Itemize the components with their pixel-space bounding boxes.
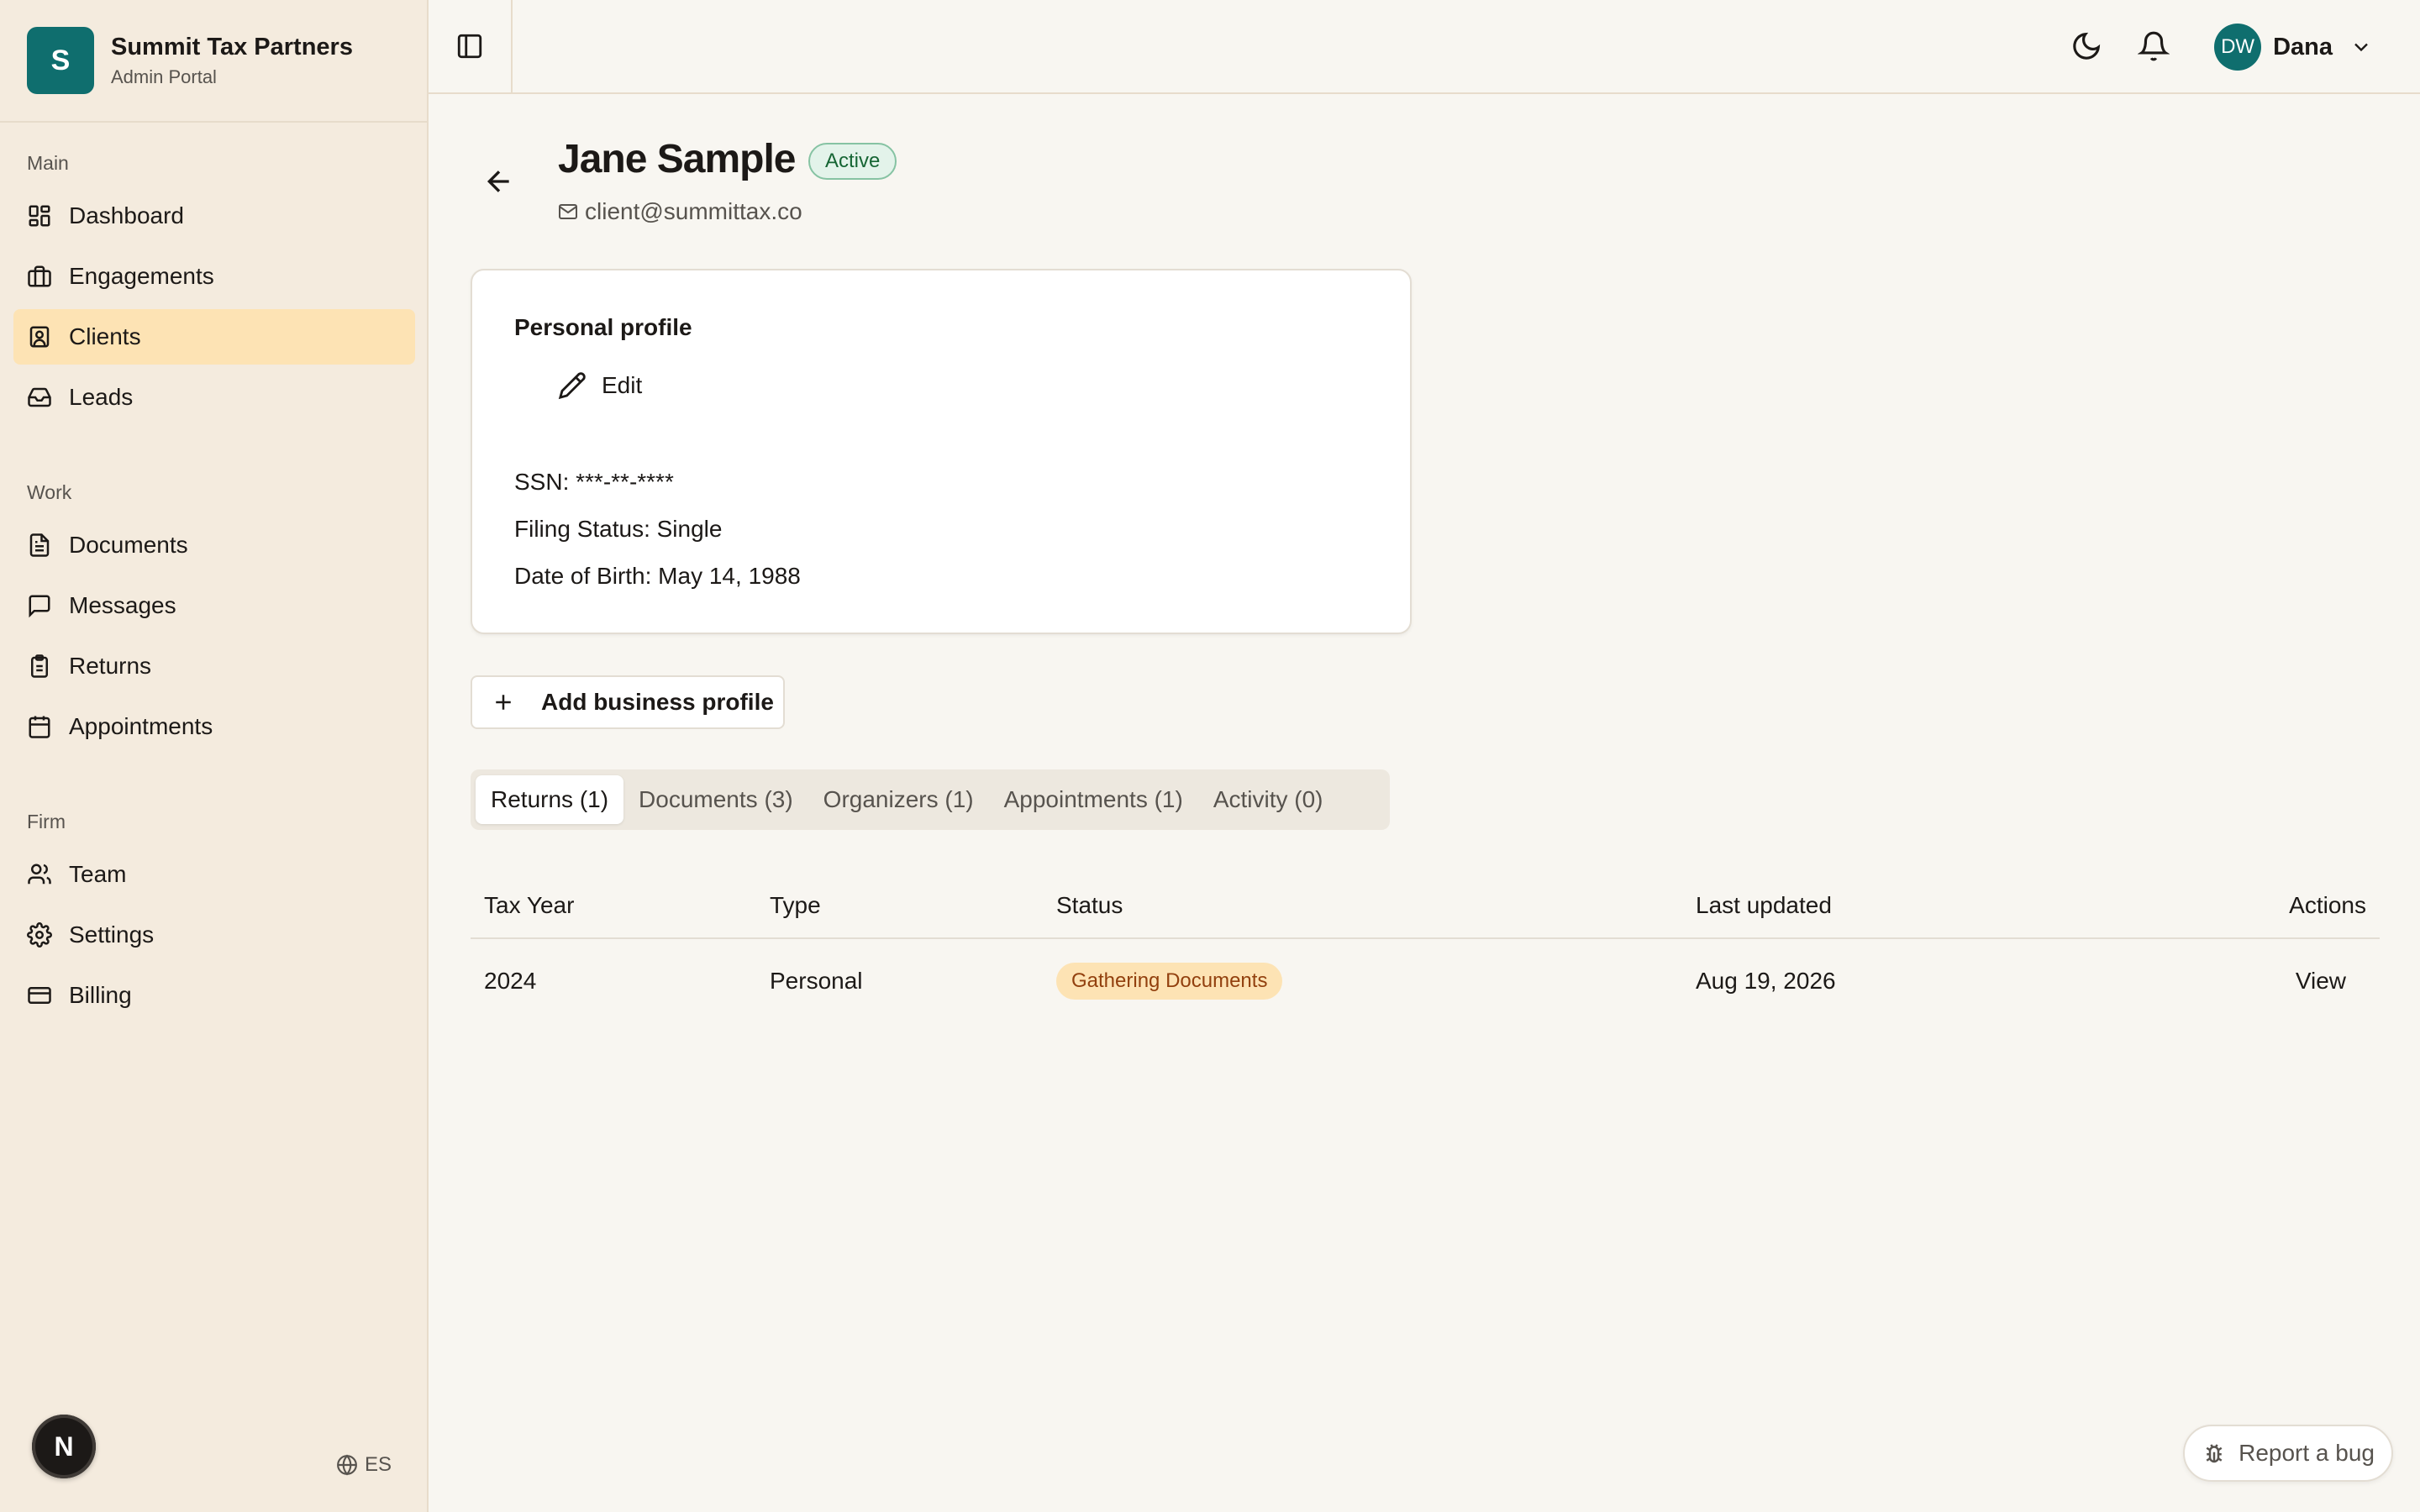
sidebar: S Summit Tax Partners Admin Portal Main … xyxy=(0,0,429,1512)
sidebar-item-label: Returns xyxy=(69,653,152,679)
sidebar-item-label: Settings xyxy=(69,921,155,948)
sidebar-item-label: Messages xyxy=(69,592,176,618)
sidebar-item-label: Dashboard xyxy=(69,202,184,228)
brand-name: Summit Tax Partners xyxy=(111,33,353,60)
tab-appointments[interactable]: Appointments (1) xyxy=(989,775,1198,824)
nav-section-main: Main Dashboard Engagements Clients Leads xyxy=(0,148,429,425)
sidebar-item-label: Engagements xyxy=(69,263,214,289)
sidebar-toggle-button[interactable] xyxy=(429,0,513,92)
client-tabs: Returns (1) Documents (3) Organizers (1)… xyxy=(471,769,1390,830)
sidebar-item-documents[interactable]: Documents xyxy=(13,517,415,573)
sidebar-item-label: Billing xyxy=(69,982,132,1008)
table-header: Tax Year Type Status Last updated Action… xyxy=(471,874,2380,939)
user-menu[interactable]: DW Dana xyxy=(2214,24,2373,71)
sidebar-item-label: Team xyxy=(69,861,127,887)
page-title: Jane Sample xyxy=(558,137,796,181)
sidebar-item-clients[interactable]: Clients xyxy=(13,309,415,365)
dev-tools-avatar[interactable]: N xyxy=(32,1415,96,1478)
sidebar-item-appointments[interactable]: Appointments xyxy=(13,699,415,754)
cell-last-updated: Aug 19, 2026 xyxy=(1696,968,1836,994)
calendar-icon xyxy=(29,716,50,738)
pencil-icon xyxy=(558,372,586,400)
sidebar-item-dashboard[interactable]: Dashboard xyxy=(13,188,415,244)
sidebar-item-label: Appointments xyxy=(69,713,213,739)
brand-logo: S xyxy=(27,27,94,94)
moon-icon[interactable] xyxy=(2070,30,2102,62)
avatar: DW xyxy=(2214,24,2262,71)
topbar: DW Dana xyxy=(429,0,2420,94)
bug-icon xyxy=(2206,1444,2223,1463)
sidebar-item-engagements[interactable]: Engagements xyxy=(13,249,415,304)
tab-returns[interactable]: Returns (1) xyxy=(476,775,624,824)
sidebar-item-billing[interactable]: Billing xyxy=(13,968,415,1023)
users-icon xyxy=(28,864,51,885)
nav-section-firm: Firm Team Settings Billing xyxy=(0,806,429,1023)
report-bug-button[interactable]: Report a bug xyxy=(2183,1425,2393,1482)
add-business-profile-button[interactable]: Add business profile xyxy=(471,675,785,729)
user-name: Dana xyxy=(2273,33,2333,60)
globe-icon xyxy=(337,1454,357,1476)
status-badge: Active xyxy=(808,143,897,180)
add-business-label: Add business profile xyxy=(541,689,774,715)
view-link[interactable]: View xyxy=(2296,968,2346,995)
header-actions: Actions xyxy=(2289,892,2366,918)
language-label: ES xyxy=(365,1453,392,1476)
clipboard-icon xyxy=(31,654,48,678)
gear-icon xyxy=(27,922,52,948)
header-last-updated: Last updated xyxy=(1696,892,1832,918)
filing-status-field: Filing Status: Single xyxy=(514,516,723,542)
edit-button[interactable]: Edit xyxy=(558,371,642,400)
back-arrow-icon[interactable] xyxy=(482,165,516,198)
sidebar-item-leads[interactable]: Leads xyxy=(13,370,415,425)
email-text: client@summittax.co xyxy=(585,198,802,224)
header-status: Status xyxy=(1056,892,1123,918)
briefcase-icon xyxy=(28,265,51,287)
sidebar-item-messages[interactable]: Messages xyxy=(13,578,415,633)
language-switcher[interactable]: ES xyxy=(336,1452,392,1478)
sidebar-item-team[interactable]: Team xyxy=(13,847,415,902)
dashboard-icon xyxy=(29,205,50,227)
header-tax-year: Tax Year xyxy=(484,892,575,918)
sidebar-item-label: Leads xyxy=(69,384,134,410)
nav-heading: Main xyxy=(27,152,69,174)
client-email: client@summittax.co xyxy=(558,198,802,225)
sidebar-item-settings[interactable]: Settings xyxy=(13,907,415,963)
table-row[interactable]: 2024 Personal Gathering Documents Aug 19… xyxy=(471,939,2380,1023)
message-icon xyxy=(29,595,50,618)
cell-type: Personal xyxy=(770,968,863,994)
brand-subtitle: Admin Portal xyxy=(111,66,217,87)
sidebar-item-returns[interactable]: Returns xyxy=(13,638,415,694)
chevron-down-icon xyxy=(2354,43,2368,52)
sidebar-item-label: Clients xyxy=(69,323,141,349)
nav-heading: Firm xyxy=(27,811,66,832)
returns-table: Tax Year Type Status Last updated Action… xyxy=(471,874,2380,1023)
mail-icon xyxy=(559,204,577,219)
sidebar-item-label: Documents xyxy=(69,532,188,558)
card-title: Personal profile xyxy=(514,314,692,340)
panel-left-icon xyxy=(457,34,482,59)
bell-icon[interactable] xyxy=(2138,30,2170,62)
brand[interactable]: S Summit Tax Partners Admin Portal xyxy=(0,0,427,123)
tab-activity[interactable]: Activity (0) xyxy=(1198,775,1339,824)
ssn-field: SSN: ***-**-**** xyxy=(514,469,674,495)
status-badge: Gathering Documents xyxy=(1056,963,1283,1000)
header-type: Type xyxy=(770,892,821,918)
cell-tax-year: 2024 xyxy=(484,968,537,994)
edit-label: Edit xyxy=(602,372,643,398)
report-bug-label: Report a bug xyxy=(2238,1440,2375,1466)
nav-section-work: Work Documents Messages Returns Appointm… xyxy=(0,477,429,754)
document-icon xyxy=(29,533,50,557)
tab-documents[interactable]: Documents (3) xyxy=(623,775,808,824)
plus-icon xyxy=(496,695,511,710)
tab-organizers[interactable]: Organizers (1) xyxy=(808,775,989,824)
contact-icon xyxy=(29,326,50,348)
nav-heading: Work xyxy=(27,481,72,503)
credit-card-icon xyxy=(28,987,51,1004)
personal-profile-card: Personal profile Edit SSN: ***-**-**** F… xyxy=(471,269,1412,634)
dob-field: Date of Birth: May 14, 1988 xyxy=(514,563,801,589)
inbox-icon xyxy=(28,387,51,407)
